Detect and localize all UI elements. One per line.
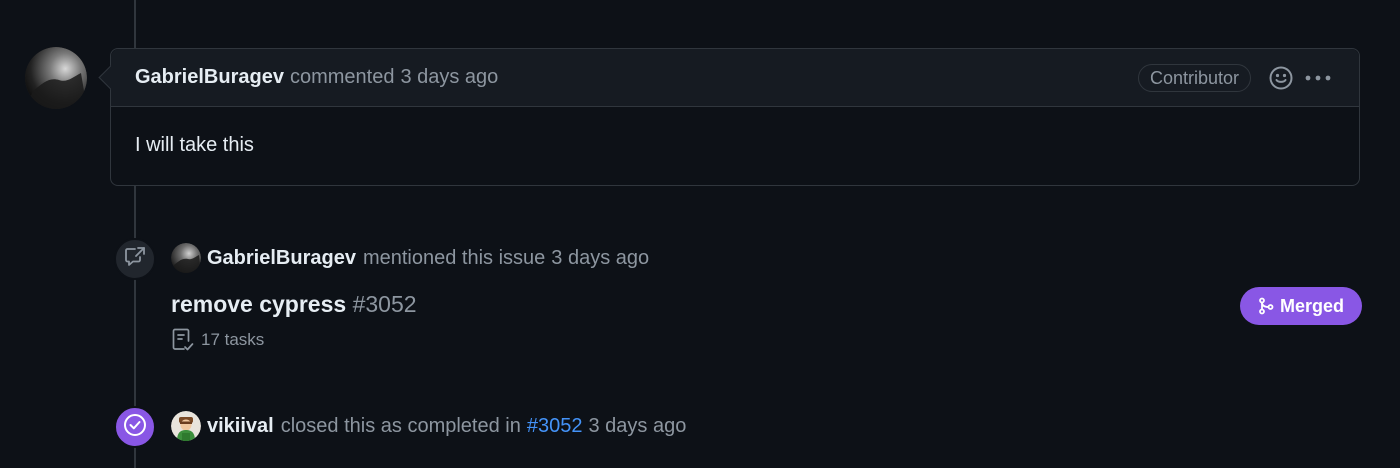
closed-ref-link[interactable]: #3052 <box>527 415 583 438</box>
closed-event-line: vikiival closed this as completed in #30… <box>171 411 686 441</box>
closed-author-avatar[interactable] <box>171 411 201 441</box>
comment-action: commented <box>289 66 395 88</box>
closed-event-badge <box>114 406 156 448</box>
mention-event-line: GabrielBuragev mentioned this issue 3 da… <box>171 243 649 273</box>
referenced-pr: remove cypress #3052 <box>171 291 417 318</box>
closed-timestamp[interactable]: 3 days ago <box>588 415 686 438</box>
smiley-icon[interactable] <box>1269 66 1293 90</box>
mention-author-avatar[interactable] <box>171 243 201 273</box>
check-circle-icon <box>122 412 148 443</box>
git-merge-icon <box>1258 297 1274 315</box>
kebab-horizontal-icon[interactable] <box>1305 67 1331 89</box>
comment-box: GabrielBuragev commented 3 days ago Cont… <box>110 48 1360 186</box>
comment-timestamp[interactable]: 3 days ago <box>400 66 498 89</box>
comment-author-link[interactable]: GabrielBuragev <box>135 66 284 89</box>
closed-author-link[interactable]: vikiival <box>207 415 274 438</box>
referenced-pr-title[interactable]: remove cypress <box>171 291 346 317</box>
mention-timestamp[interactable]: 3 days ago <box>551 247 649 270</box>
mention-author-link[interactable]: GabrielBuragev <box>207 247 356 270</box>
commenter-avatar[interactable] <box>25 47 87 109</box>
cross-reference-icon <box>123 245 147 274</box>
referenced-pr-number[interactable]: #3052 <box>353 291 417 317</box>
task-list-summary: 17 tasks <box>171 327 264 353</box>
comment-header: GabrielBuragev commented 3 days ago Cont… <box>111 49 1359 107</box>
mention-action: mentioned this issue <box>362 246 546 269</box>
tasklist-icon <box>171 327 195 353</box>
merged-status-badge: Merged <box>1240 287 1362 325</box>
comment-body: I will take this <box>135 134 254 156</box>
task-count: 17 tasks <box>201 330 265 349</box>
contributor-badge: Contributor <box>1137 64 1251 92</box>
merged-label: Merged <box>1279 295 1344 316</box>
cross-reference-badge <box>114 238 156 280</box>
closed-action: closed this as completed in <box>280 414 521 437</box>
